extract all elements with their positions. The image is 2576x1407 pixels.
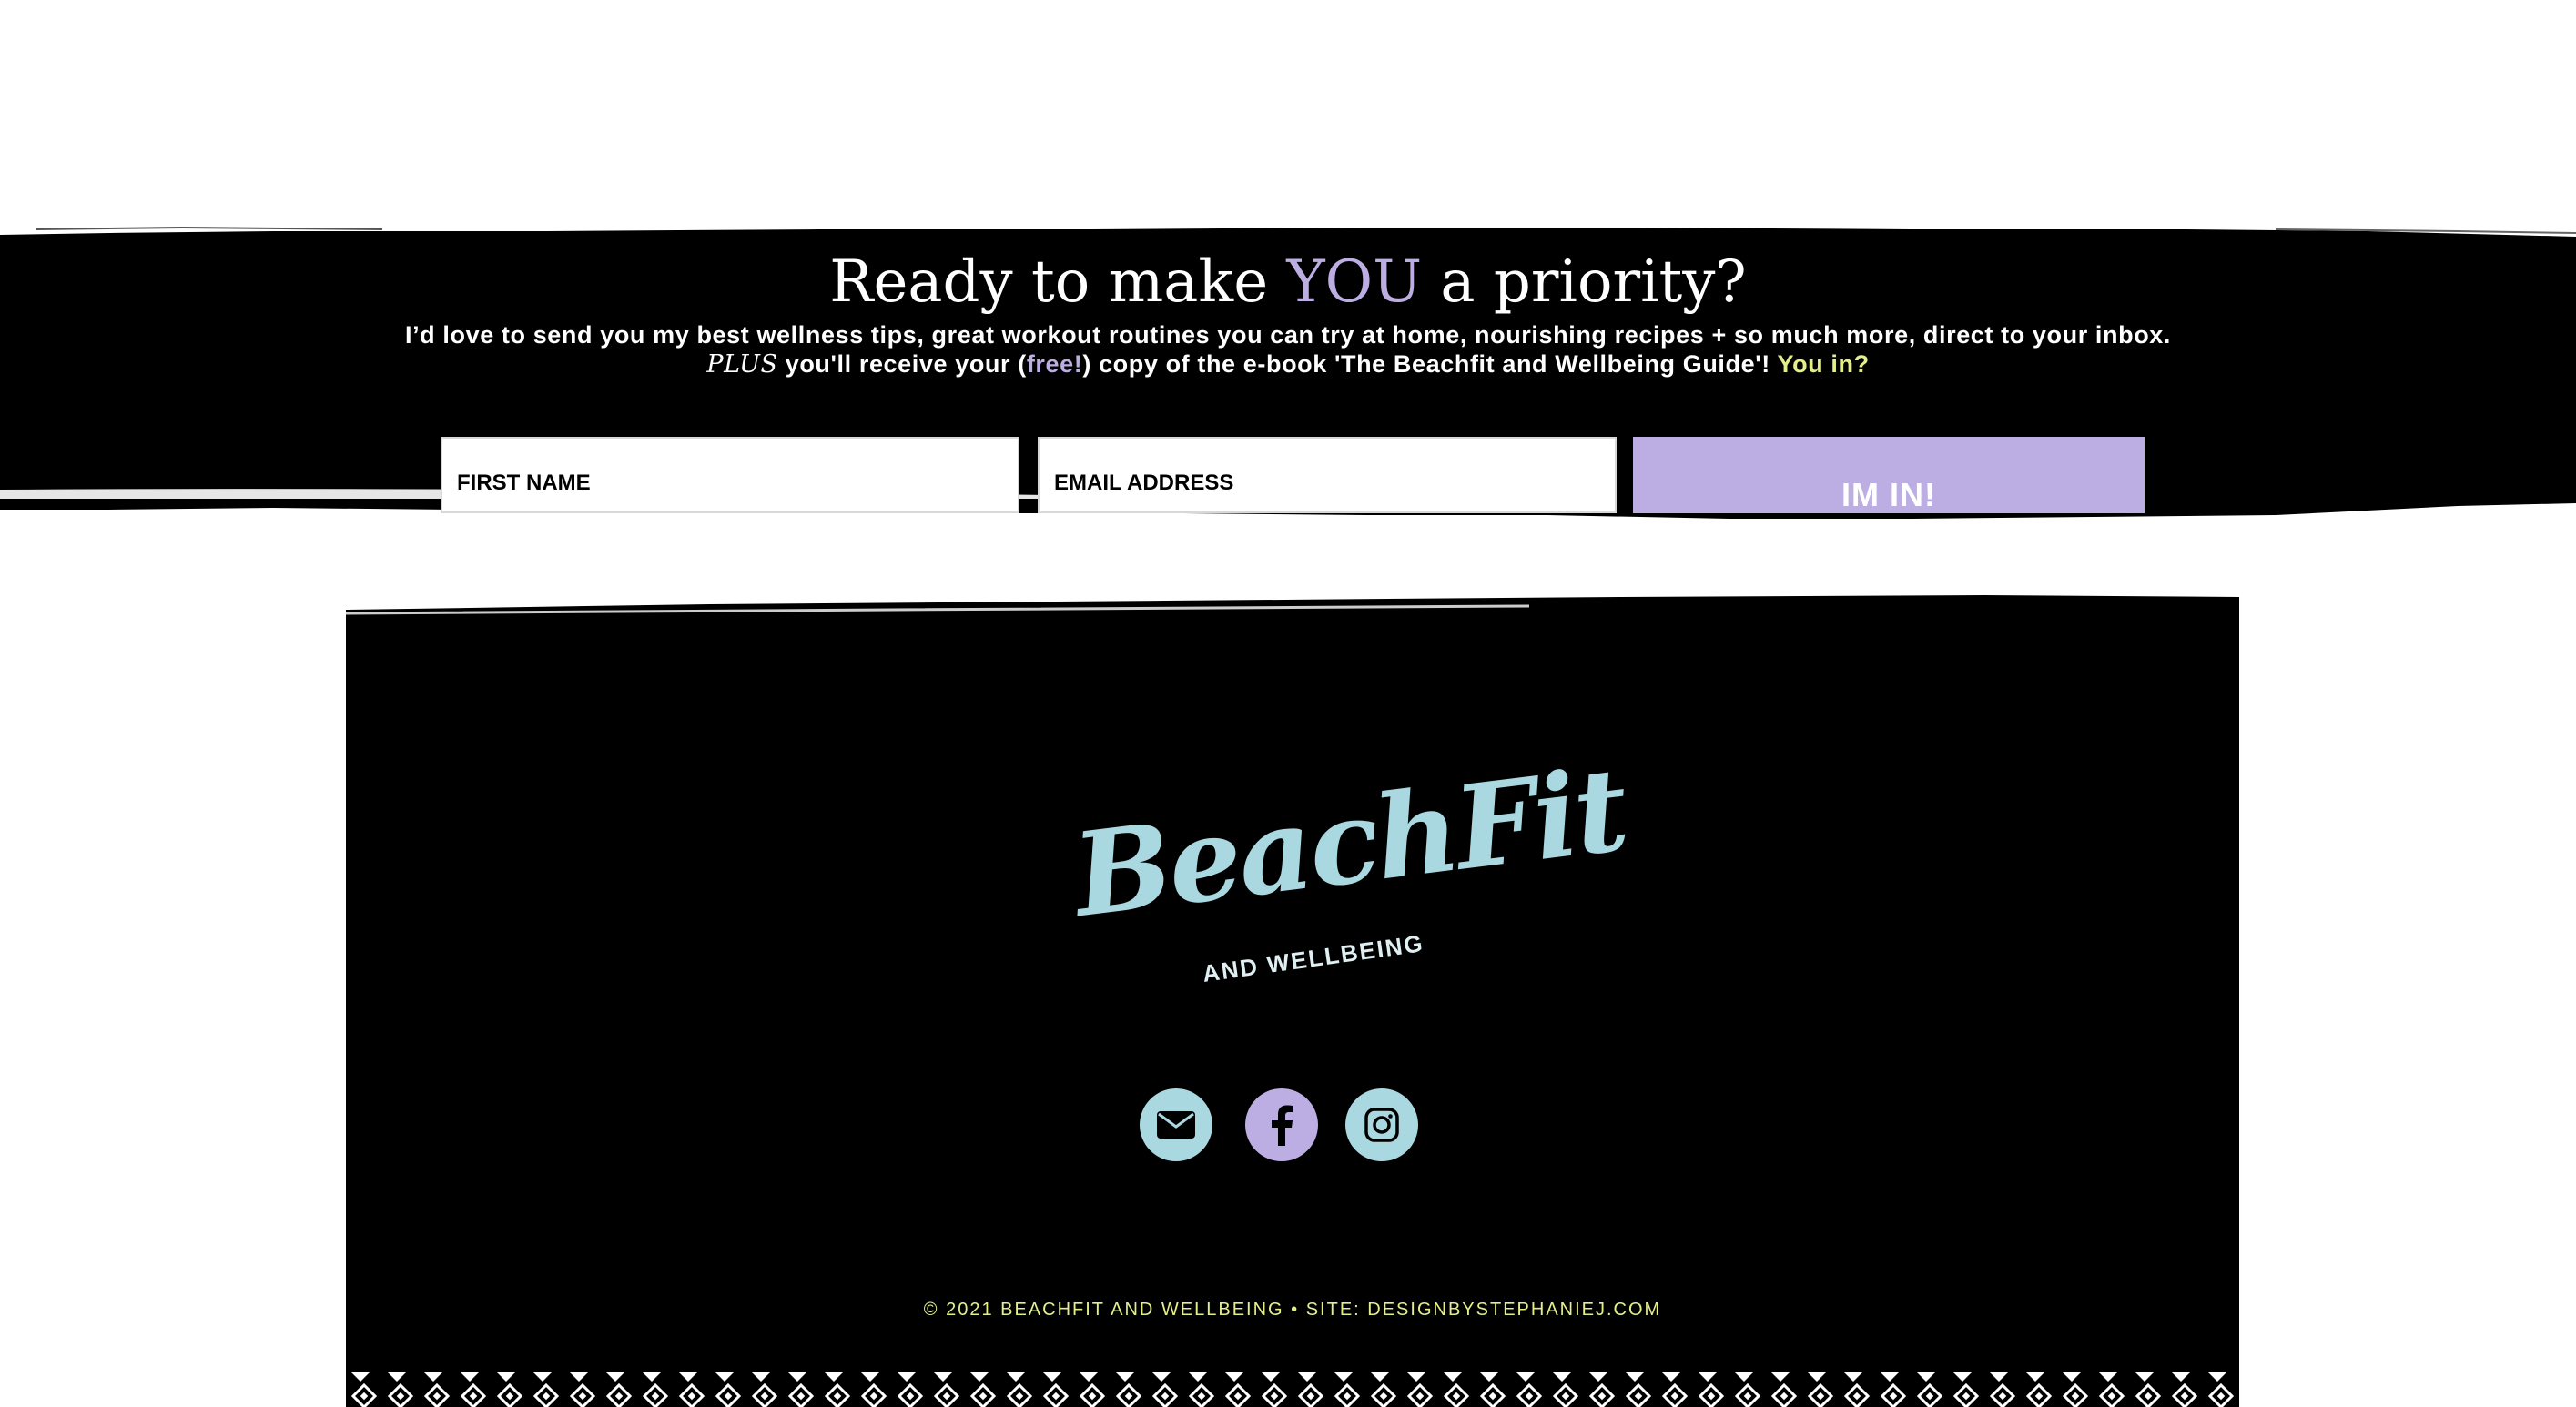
email-field-wrapper	[1038, 437, 1617, 513]
instagram-social-button[interactable]	[1345, 1088, 1418, 1161]
offer-text-a: you'll receive your (	[777, 350, 1027, 378]
im-in-button[interactable]: IM IN!	[1633, 437, 2145, 513]
headline-accent: YOU	[1286, 248, 1423, 316]
footer: BeachFit AND WELLBEING © 2021 BEACHFIT A…	[346, 590, 2239, 1407]
email-input[interactable]	[1040, 439, 1615, 511]
copyright-text: © 2021 BEACHFIT AND WELLBEING • SITE: DE…	[923, 1300, 1662, 1320]
facebook-social-button[interactable]	[1245, 1088, 1318, 1161]
email-social-button[interactable]	[1140, 1088, 1212, 1161]
offer-text-b: ) copy of the e-book 'The Beachfit and W…	[1082, 350, 1778, 378]
offer-plus: PLUS	[706, 350, 778, 379]
envelope-icon	[1157, 1111, 1195, 1139]
headline-part-2: a priority?	[1422, 248, 1747, 316]
headline-part-1: Ready to make	[829, 248, 1287, 316]
offer-free: free!	[1026, 350, 1083, 378]
first-name-field-wrapper	[441, 437, 1019, 513]
facebook-icon	[1272, 1105, 1293, 1146]
signup-headline: Ready to make YOU a priority?	[0, 246, 2576, 319]
beachfit-logo[interactable]: BeachFit AND WELLBEING	[1067, 742, 1633, 1008]
instagram-icon	[1364, 1108, 1399, 1142]
first-name-input[interactable]	[442, 439, 1018, 511]
tribal-pattern-border	[346, 1371, 2239, 1407]
logo-tagline: AND WELLBEING	[1201, 929, 1426, 987]
footer-background	[346, 626, 2239, 1407]
signup-description: I’d love to send you my best wellness ti…	[404, 321, 2172, 349]
signup-offer: PLUS you'll receive your (free!) copy of…	[0, 349, 2576, 380]
offer-you-in: You in?	[1777, 350, 1870, 378]
